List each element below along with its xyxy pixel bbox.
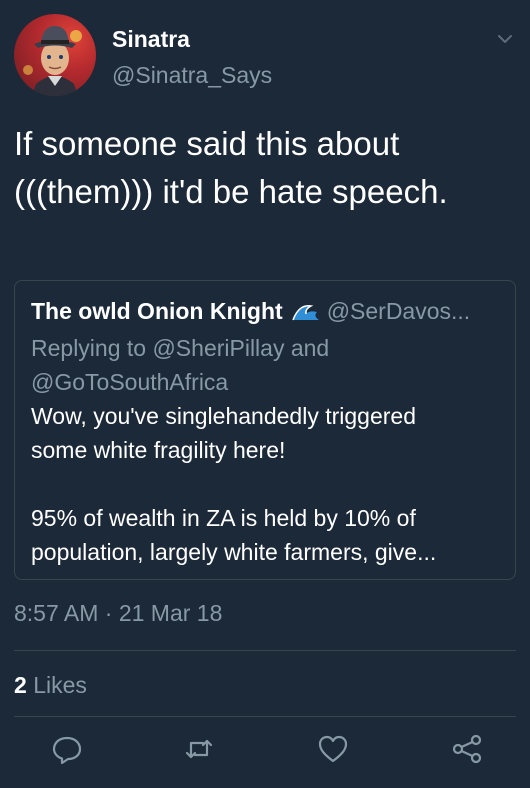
- likes-label: Likes: [33, 672, 87, 698]
- like-icon[interactable]: [316, 732, 350, 766]
- share-icon[interactable]: [450, 732, 484, 766]
- author-display-name[interactable]: Sinatra: [112, 26, 190, 53]
- quoted-display-name: The owld Onion Knight: [31, 297, 283, 324]
- divider: [14, 650, 516, 651]
- likes-count[interactable]: 2 Likes: [14, 672, 87, 699]
- likes-number: 2: [14, 672, 27, 698]
- quoted-body-line: 95% of wealth in ZA is held by 10% of: [31, 505, 416, 531]
- reply-icon[interactable]: [50, 732, 84, 766]
- reply-line: @GoToSouthAfrica: [31, 369, 229, 395]
- sinatra-avatar-icon: [23, 26, 82, 96]
- retweet-icon[interactable]: [182, 732, 216, 766]
- wave-icon: [291, 300, 321, 322]
- quoted-body-line: some white fragility here!: [31, 437, 286, 463]
- quoted-body: Wow, you've singlehandedly triggered som…: [31, 399, 499, 569]
- quoted-tweet-header: The owld Onion Knight @SerDavos...: [31, 295, 499, 327]
- reply-line: Replying to @SheriPillay and: [31, 335, 330, 361]
- tweet-text: If someone said this about (((them))) it…: [14, 125, 448, 210]
- tweet-timestamp[interactable]: 8:57 AM · 21 Mar 18: [14, 600, 222, 627]
- action-bar: [14, 732, 516, 772]
- tweet-header: Sinatra @Sinatra_Says: [14, 14, 516, 100]
- quoted-body-line: Wow, you've singlehandedly triggered: [31, 403, 416, 429]
- avatar[interactable]: [14, 14, 96, 96]
- quoted-body-line: population, largely white farmers, give.…: [31, 539, 437, 565]
- author-handle[interactable]: @Sinatra_Says: [112, 62, 272, 89]
- quoted-tweet[interactable]: The owld Onion Knight @SerDavos... Reply…: [14, 280, 516, 580]
- quoted-handle: @SerDavos...: [326, 297, 471, 324]
- chevron-down-icon[interactable]: [494, 28, 516, 50]
- divider: [14, 716, 516, 717]
- quoted-reply-context: Replying to @SheriPillay and @GoToSouthA…: [31, 331, 499, 399]
